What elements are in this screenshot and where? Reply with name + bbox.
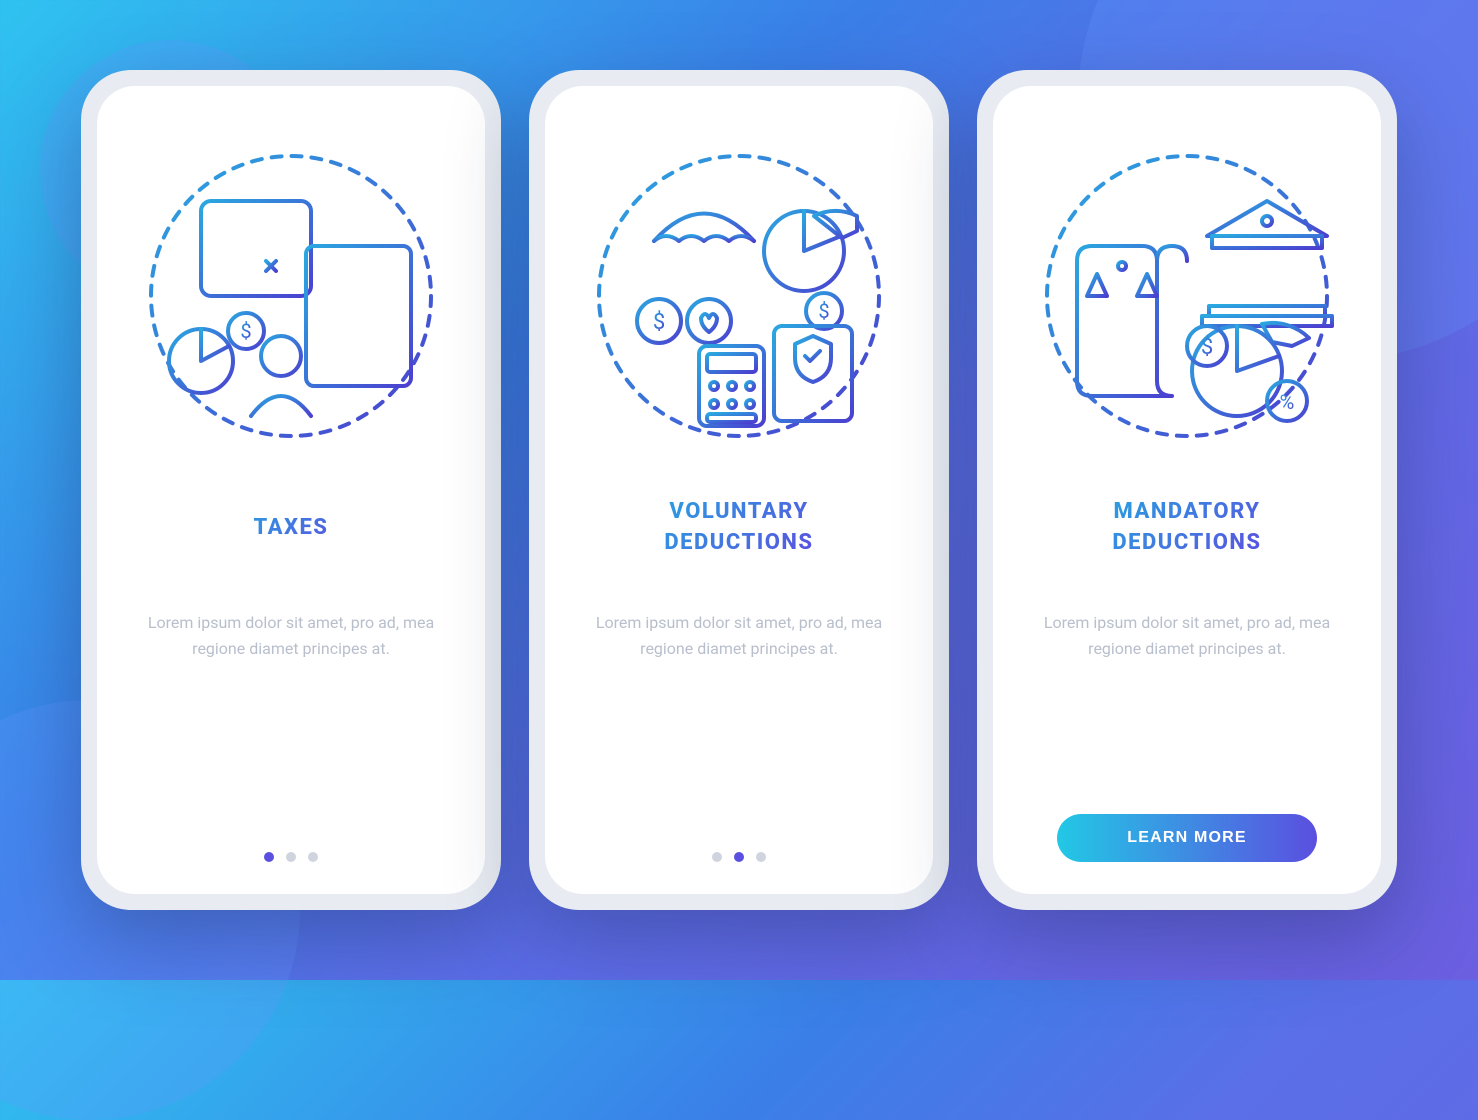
- onboarding-screen: $ % MANDATORY DEDUCTIONS Lorem ipsum dol…: [993, 86, 1381, 894]
- svg-text:$: $: [818, 299, 829, 323]
- dot[interactable]: [286, 852, 296, 862]
- svg-text:$: $: [240, 319, 251, 343]
- screen-description: Lorem ipsum dolor sit amet, pro ad, mea …: [131, 610, 451, 661]
- phone-mockup: $ TAXES Lorem ipsum dolor sit amet, pro …: [81, 70, 501, 910]
- onboarding-screen: $ $: [545, 86, 933, 894]
- dot[interactable]: [308, 852, 318, 862]
- learn-more-button[interactable]: LEARN MORE: [1057, 814, 1317, 862]
- phone-mockup: $ $: [529, 70, 949, 910]
- dot[interactable]: [712, 852, 722, 862]
- voluntary-deductions-icon: $ $: [589, 146, 889, 446]
- taxes-icon: $: [141, 146, 441, 446]
- dot[interactable]: [756, 852, 766, 862]
- screen-title: VOLUNTARY DEDUCTIONS: [664, 496, 813, 560]
- mandatory-deductions-icon: $ %: [1037, 146, 1337, 446]
- svg-text:%: %: [1280, 390, 1295, 414]
- onboarding-screen: $ TAXES Lorem ipsum dolor sit amet, pro …: [97, 86, 485, 894]
- phone-mockup: $ % MANDATORY DEDUCTIONS Lorem ipsum dol…: [977, 70, 1397, 910]
- pagination-dots: [264, 852, 318, 870]
- svg-text:$: $: [1201, 335, 1213, 360]
- screen-title: MANDATORY DEDUCTIONS: [1112, 496, 1261, 560]
- phone-row: $ TAXES Lorem ipsum dolor sit amet, pro …: [81, 70, 1397, 910]
- pagination-dots: [712, 852, 766, 870]
- screen-title: TAXES: [254, 496, 329, 560]
- svg-text:$: $: [653, 310, 665, 335]
- dot[interactable]: [734, 852, 744, 862]
- screen-description: Lorem ipsum dolor sit amet, pro ad, mea …: [1027, 610, 1347, 661]
- screen-description: Lorem ipsum dolor sit amet, pro ad, mea …: [579, 610, 899, 661]
- dot[interactable]: [264, 852, 274, 862]
